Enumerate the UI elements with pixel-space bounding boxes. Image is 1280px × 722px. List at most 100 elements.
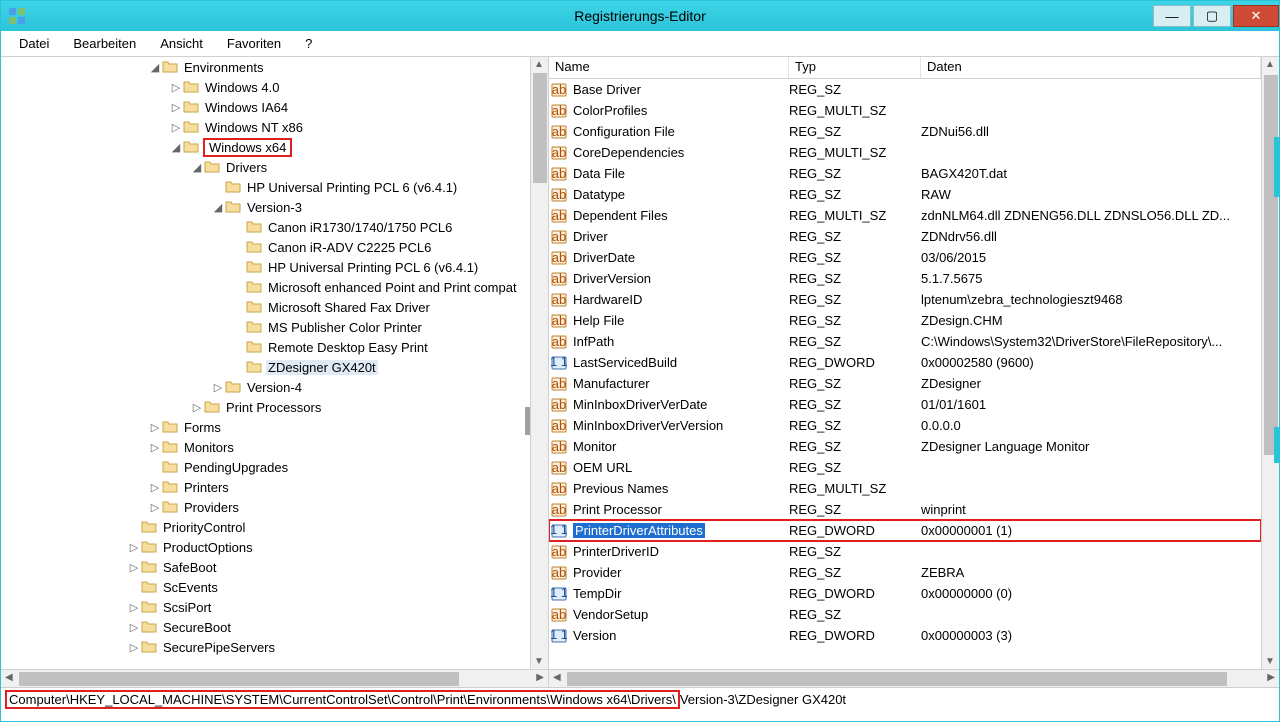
tree-node[interactable]: MS Publisher Color Printer [1, 317, 530, 337]
expand-icon[interactable]: ▷ [169, 81, 183, 94]
tree-node[interactable]: PriorityControl [1, 517, 530, 537]
list-row[interactable]: abOEM URLREG_SZ [549, 457, 1261, 478]
tree-node[interactable]: ▷Windows 4.0 [1, 77, 530, 97]
tree-node-label[interactable]: PriorityControl [161, 520, 247, 535]
tree-node[interactable]: Microsoft enhanced Point and Print compa… [1, 277, 530, 297]
list-row[interactable]: abProviderREG_SZZEBRA [549, 562, 1261, 583]
expand-icon[interactable]: ▷ [127, 541, 141, 554]
tree-node[interactable]: ◢ Drivers [1, 157, 530, 177]
tree-node-label[interactable]: SecurePipeServers [161, 640, 277, 655]
tree-node[interactable]: ◢Windows x64 [1, 137, 530, 157]
expand-icon[interactable]: ▷ [127, 641, 141, 654]
list-row[interactable]: abPrinterDriverIDREG_SZ [549, 541, 1261, 562]
list-row[interactable]: abColorProfilesREG_MULTI_SZ [549, 100, 1261, 121]
list-row[interactable]: abDriverDateREG_SZ03/06/2015 [549, 247, 1261, 268]
tree-node-label[interactable]: ScsiPort [161, 600, 213, 615]
tree-node-label[interactable]: ProductOptions [161, 540, 255, 555]
tree-node[interactable]: ▷ Printers [1, 477, 530, 497]
tree-node[interactable]: ▷ ProductOptions [1, 537, 530, 557]
tree-node[interactable]: ▷Providers [1, 497, 530, 517]
expand-icon[interactable]: ▷ [211, 381, 225, 394]
scrollbar-thumb[interactable] [19, 672, 459, 686]
tree-node-label[interactable]: Forms [182, 420, 223, 435]
tree-node[interactable]: ▷ SafeBoot [1, 557, 530, 577]
menu-favorites[interactable]: Favoriten [217, 34, 291, 53]
list-header[interactable]: Name Typ Daten [549, 57, 1261, 79]
tree-node[interactable]: ◢ Environments [1, 57, 530, 77]
tree-node-label[interactable]: Version-4 [245, 380, 304, 395]
tree-node-label[interactable]: Microsoft Shared Fax Driver [266, 300, 432, 315]
tree-vertical-scrollbar[interactable] [530, 57, 548, 669]
column-data[interactable]: Daten [921, 57, 1261, 78]
tree-node-label[interactable]: Microsoft enhanced Point and Print compa… [266, 280, 519, 295]
tree-node[interactable]: ▷ Forms [1, 417, 530, 437]
tree-node-label[interactable]: Canon iR1730/1740/1750 PCL6 [266, 220, 454, 235]
scrollbar-thumb[interactable] [533, 73, 547, 183]
expand-icon[interactable]: ▷ [127, 561, 141, 574]
list-row[interactable]: abDriverREG_SZZDNdrv56.dll [549, 226, 1261, 247]
tree-node[interactable]: Canon iR-ADV C2225 PCL6 [1, 237, 530, 257]
tree-node-label[interactable]: Remote Desktop Easy Print [266, 340, 430, 355]
list-row[interactable]: 011 110PrinterDriverAttributesREG_DWORD0… [549, 520, 1261, 541]
expand-icon[interactable]: ◢ [190, 161, 204, 174]
tree-node-label[interactable]: Windows NT x86 [203, 120, 305, 135]
list-row[interactable]: abHelp FileREG_SZZDesign.CHM [549, 310, 1261, 331]
expand-icon[interactable]: ▷ [169, 121, 183, 134]
tree-node[interactable]: ▷Monitors [1, 437, 530, 457]
list-row[interactable]: abDependent FilesREG_MULTI_SZzdnNLM64.dl… [549, 205, 1261, 226]
list-row[interactable]: 011 110LastServicedBuildREG_DWORD0x00002… [549, 352, 1261, 373]
scroll-right-icon[interactable]: ▶ [536, 672, 544, 683]
list-row[interactable]: abDatatypeREG_SZRAW [549, 184, 1261, 205]
tree-node[interactable]: ZDesigner GX420t [1, 357, 530, 377]
tree-node[interactable]: ◢Version-3 [1, 197, 530, 217]
list-row[interactable]: abConfiguration FileREG_SZZDNui56.dll [549, 121, 1261, 142]
tree-node[interactable]: HP Universal Printing PCL 6 (v6.4.1) [1, 257, 530, 277]
tree-node[interactable]: ▷ ScsiPort [1, 597, 530, 617]
minimize-button[interactable]: — [1153, 5, 1191, 27]
maximize-button[interactable]: ▢ [1193, 5, 1231, 27]
expand-icon[interactable]: ▷ [190, 401, 204, 414]
expand-icon[interactable]: ▷ [127, 601, 141, 614]
expand-icon[interactable]: ▷ [169, 101, 183, 114]
list-row[interactable]: abMinInboxDriverVerDateREG_SZ01/01/1601 [549, 394, 1261, 415]
tree-node-label[interactable]: Drivers [224, 160, 269, 175]
tree-node-label[interactable]: Printers [182, 480, 231, 495]
list-row[interactable]: abVendorSetupREG_SZ [549, 604, 1261, 625]
tree-node-label[interactable]: Monitors [182, 440, 236, 455]
menu-file[interactable]: Datei [9, 34, 59, 53]
tree-node-label[interactable]: Environments [182, 60, 265, 75]
tree-node-label[interactable]: SafeBoot [161, 560, 219, 575]
expand-icon[interactable]: ◢ [148, 61, 162, 74]
tree-node-label[interactable]: Windows IA64 [203, 100, 290, 115]
tree-node[interactable]: PendingUpgrades [1, 457, 530, 477]
tree-node-label[interactable]: Providers [182, 500, 241, 515]
tree-node[interactable]: ScEvents [1, 577, 530, 597]
list-row[interactable]: abMonitorREG_SZZDesigner Language Monito… [549, 436, 1261, 457]
expand-icon[interactable]: ◢ [169, 141, 183, 154]
expand-icon[interactable]: ▷ [148, 481, 162, 494]
tree-node-label[interactable]: Version-3 [245, 200, 304, 215]
tree-node-label[interactable]: HP Universal Printing PCL 6 (v6.4.1) [266, 260, 480, 275]
list-row[interactable]: abPrint ProcessorREG_SZwinprint [549, 499, 1261, 520]
list-row[interactable]: abManufacturerREG_SZZDesigner [549, 373, 1261, 394]
scroll-left-icon[interactable]: ◀ [5, 672, 13, 683]
expand-icon[interactable]: ▷ [148, 421, 162, 434]
list-row[interactable]: abHardwareIDREG_SZlptenum\zebra_technolo… [549, 289, 1261, 310]
tree-node[interactable]: Microsoft Shared Fax Driver [1, 297, 530, 317]
tree-node[interactable]: ▷ Version-4 [1, 377, 530, 397]
list-row[interactable]: abPrevious NamesREG_MULTI_SZ [549, 478, 1261, 499]
list-row[interactable]: abMinInboxDriverVerVersionREG_SZ0.0.0.0 [549, 415, 1261, 436]
registry-tree[interactable]: ◢Environments▷Windows 4.0▷Windows IA64▷W… [1, 57, 530, 669]
list-row[interactable]: abBase DriverREG_SZ [549, 79, 1261, 100]
column-type[interactable]: Typ [789, 57, 921, 78]
list-vertical-scrollbar[interactable] [1261, 57, 1279, 669]
close-button[interactable]: ✕ [1233, 5, 1279, 27]
expand-icon[interactable]: ▷ [127, 621, 141, 634]
menu-help[interactable]: ? [295, 34, 322, 53]
tree-node[interactable]: ▷ Windows NT x86 [1, 117, 530, 137]
tree-node-label[interactable]: ZDesigner GX420t [266, 360, 378, 375]
tree-node[interactable]: HP Universal Printing PCL 6 (v6.4.1) [1, 177, 530, 197]
tree-node-label[interactable]: HP Universal Printing PCL 6 (v6.4.1) [245, 180, 459, 195]
list-row[interactable]: abCoreDependenciesREG_MULTI_SZ [549, 142, 1261, 163]
tree-node-label[interactable]: Canon iR-ADV C2225 PCL6 [266, 240, 433, 255]
